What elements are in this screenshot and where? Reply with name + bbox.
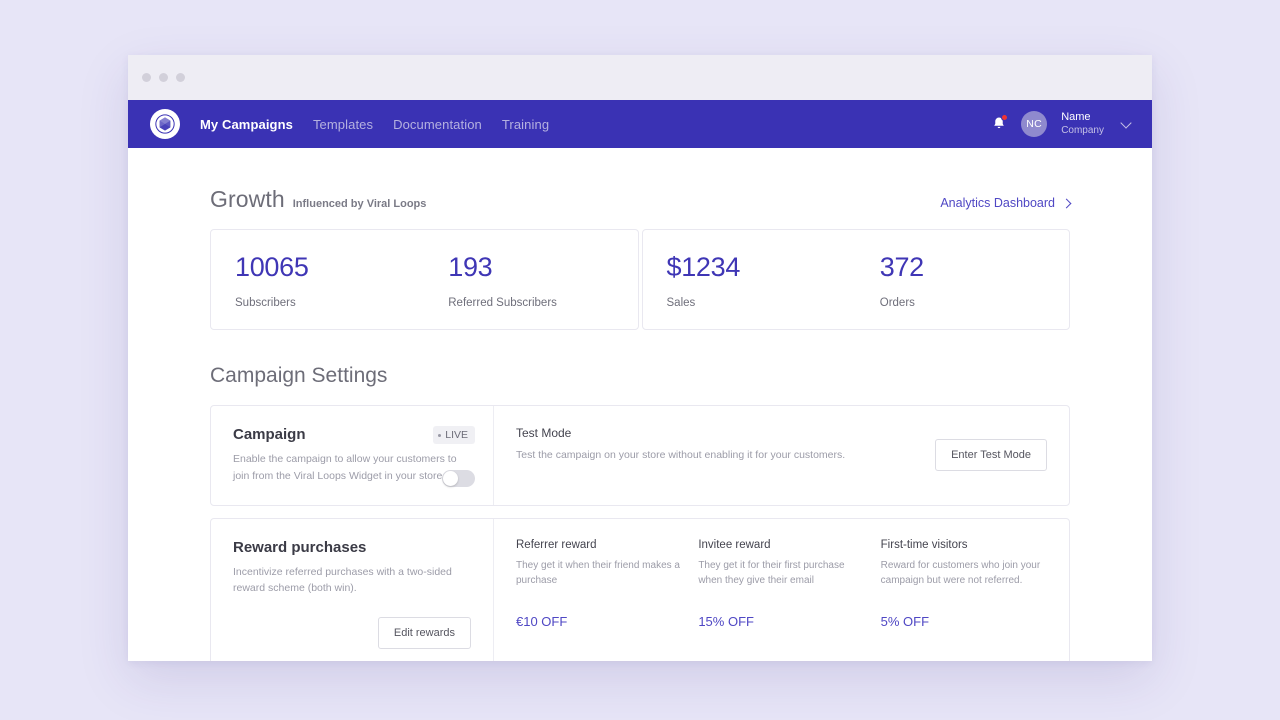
stats-card-sales: $1234 Sales 372 Orders bbox=[642, 229, 1071, 330]
gem-icon bbox=[155, 114, 175, 134]
status-badge: LIVE bbox=[433, 426, 475, 444]
campaign-settings-title: Campaign Settings bbox=[210, 364, 1070, 388]
reward-purchases-title: Reward purchases bbox=[233, 539, 471, 556]
reward-value: €10 OFF bbox=[516, 614, 682, 629]
growth-header: Growth Influenced by Viral Loops Analyti… bbox=[210, 186, 1070, 213]
user-company: Company bbox=[1061, 125, 1104, 138]
test-mode-description: Test the campaign on your store without … bbox=[516, 447, 935, 464]
reward-columns: Referrer reward They get it when their f… bbox=[516, 539, 1047, 650]
user-identity[interactable]: Name Company bbox=[1061, 111, 1104, 137]
window-minimize-dot[interactable] bbox=[159, 73, 168, 82]
browser-window: My Campaigns Templates Documentation Tra… bbox=[128, 55, 1152, 661]
reward-title: Referrer reward bbox=[516, 539, 682, 551]
page-content: Growth Influenced by Viral Loops Analyti… bbox=[128, 148, 1152, 661]
analytics-dashboard-label: Analytics Dashboard bbox=[940, 196, 1055, 210]
nav-item-templates[interactable]: Templates bbox=[313, 117, 373, 132]
reward-purchases-description: Incentivize referred purchases with a tw… bbox=[233, 564, 471, 598]
window-close-dot[interactable] bbox=[142, 73, 151, 82]
test-mode-section: Test Mode Test the campaign on your stor… bbox=[494, 406, 1069, 505]
stat-sales: $1234 Sales bbox=[643, 252, 856, 309]
window-chrome bbox=[128, 55, 1152, 100]
stats-card-subscribers: 10065 Subscribers 193 Referred Subscribe… bbox=[210, 229, 639, 330]
campaign-panel: Campaign Enable the campaign to allow yo… bbox=[210, 405, 1070, 506]
test-mode-body: Test Mode Test the campaign on your stor… bbox=[516, 426, 935, 485]
stat-value: 372 bbox=[880, 252, 1069, 283]
campaign-description: Enable the campaign to allow your custom… bbox=[233, 451, 471, 485]
page-subtitle: Influenced by Viral Loops bbox=[293, 198, 427, 210]
stat-label: Sales bbox=[667, 297, 856, 309]
stat-value: 10065 bbox=[235, 252, 424, 283]
reward-purchases-right: Referrer reward They get it when their f… bbox=[494, 519, 1069, 661]
reward-purchases-panel: Reward purchases Incentivize referred pu… bbox=[210, 518, 1070, 661]
top-navbar: My Campaigns Templates Documentation Tra… bbox=[128, 100, 1152, 148]
stat-subscribers: 10065 Subscribers bbox=[211, 252, 424, 309]
stat-label: Referred Subscribers bbox=[448, 297, 637, 309]
edit-rewards-wrap: Edit rewards bbox=[233, 617, 471, 649]
nav-item-documentation[interactable]: Documentation bbox=[393, 117, 482, 132]
analytics-dashboard-link[interactable]: Analytics Dashboard bbox=[940, 196, 1070, 210]
reward-description: They get it for their first purchase whe… bbox=[698, 558, 864, 589]
reward-value: 5% OFF bbox=[881, 614, 1047, 629]
stat-label: Orders bbox=[880, 297, 1069, 309]
enter-test-mode-button[interactable]: Enter Test Mode bbox=[935, 439, 1047, 471]
reward-column-referrer: Referrer reward They get it when their f… bbox=[516, 539, 682, 650]
stat-value: 193 bbox=[448, 252, 637, 283]
window-maximize-dot[interactable] bbox=[176, 73, 185, 82]
campaign-enable-toggle[interactable] bbox=[442, 470, 475, 487]
status-badge-label: LIVE bbox=[445, 429, 468, 441]
notification-bell-icon[interactable] bbox=[991, 115, 1007, 133]
reward-title: First-time visitors bbox=[881, 539, 1047, 551]
stats-row: 10065 Subscribers 193 Referred Subscribe… bbox=[210, 229, 1070, 330]
stat-value: $1234 bbox=[667, 252, 856, 283]
user-name: Name bbox=[1061, 111, 1104, 125]
chevron-right-icon bbox=[1062, 198, 1072, 208]
status-dot-icon bbox=[438, 434, 441, 437]
nav-item-my-campaigns[interactable]: My Campaigns bbox=[200, 117, 293, 132]
reward-title: Invitee reward bbox=[698, 539, 864, 551]
toggle-knob bbox=[443, 471, 458, 486]
reward-description: Reward for customers who join your campa… bbox=[881, 558, 1047, 589]
nav-right-group: NC Name Company bbox=[991, 111, 1130, 137]
edit-rewards-button[interactable]: Edit rewards bbox=[378, 617, 471, 649]
reward-column-invitee: Invitee reward They get it for their fir… bbox=[698, 539, 864, 650]
viral-loops-gem-logo-icon[interactable] bbox=[150, 109, 180, 139]
reward-purchases-left: Reward purchases Incentivize referred pu… bbox=[211, 519, 494, 661]
reward-value: 15% OFF bbox=[698, 614, 864, 629]
reward-description: They get it when their friend makes a pu… bbox=[516, 558, 682, 589]
reward-column-first-time-visitors: First-time visitors Reward for customers… bbox=[881, 539, 1047, 650]
chevron-down-icon[interactable] bbox=[1120, 117, 1131, 128]
stat-orders: 372 Orders bbox=[856, 252, 1069, 309]
stat-label: Subscribers bbox=[235, 297, 424, 309]
test-mode-title: Test Mode bbox=[516, 426, 935, 440]
page-title: Growth bbox=[210, 186, 285, 213]
avatar[interactable]: NC bbox=[1021, 111, 1047, 137]
stat-referred-subscribers: 193 Referred Subscribers bbox=[424, 252, 637, 309]
nav-links: My Campaigns Templates Documentation Tra… bbox=[200, 117, 549, 132]
nav-item-training[interactable]: Training bbox=[502, 117, 549, 132]
campaign-panel-left: Campaign Enable the campaign to allow yo… bbox=[211, 406, 494, 505]
